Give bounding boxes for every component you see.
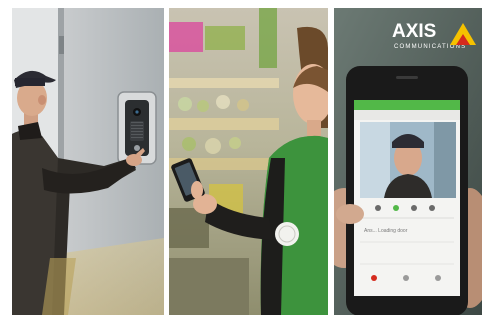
logo-wordmark: AXIS [392,21,437,42]
video-feed [360,122,456,198]
panel-mobile-video: Ans... Loading door AXIS COMMUNICATIONS [334,8,482,315]
photo-collage: Ans... Loading door AXIS COMMUNICATIONS [0,0,492,320]
axis-logo: AXIS COMMUNICATIONS [392,20,478,60]
panel-retail-store [169,8,328,315]
door-entry-photo [12,8,164,315]
phone-status-text: Ans... Loading door [364,228,408,234]
logo-triangle-icon [450,23,476,45]
app-header-bar [354,100,460,110]
smartphone: Ans... Loading door [346,66,468,315]
retail-store-photo [169,8,328,315]
panel-door-entry [12,8,164,315]
